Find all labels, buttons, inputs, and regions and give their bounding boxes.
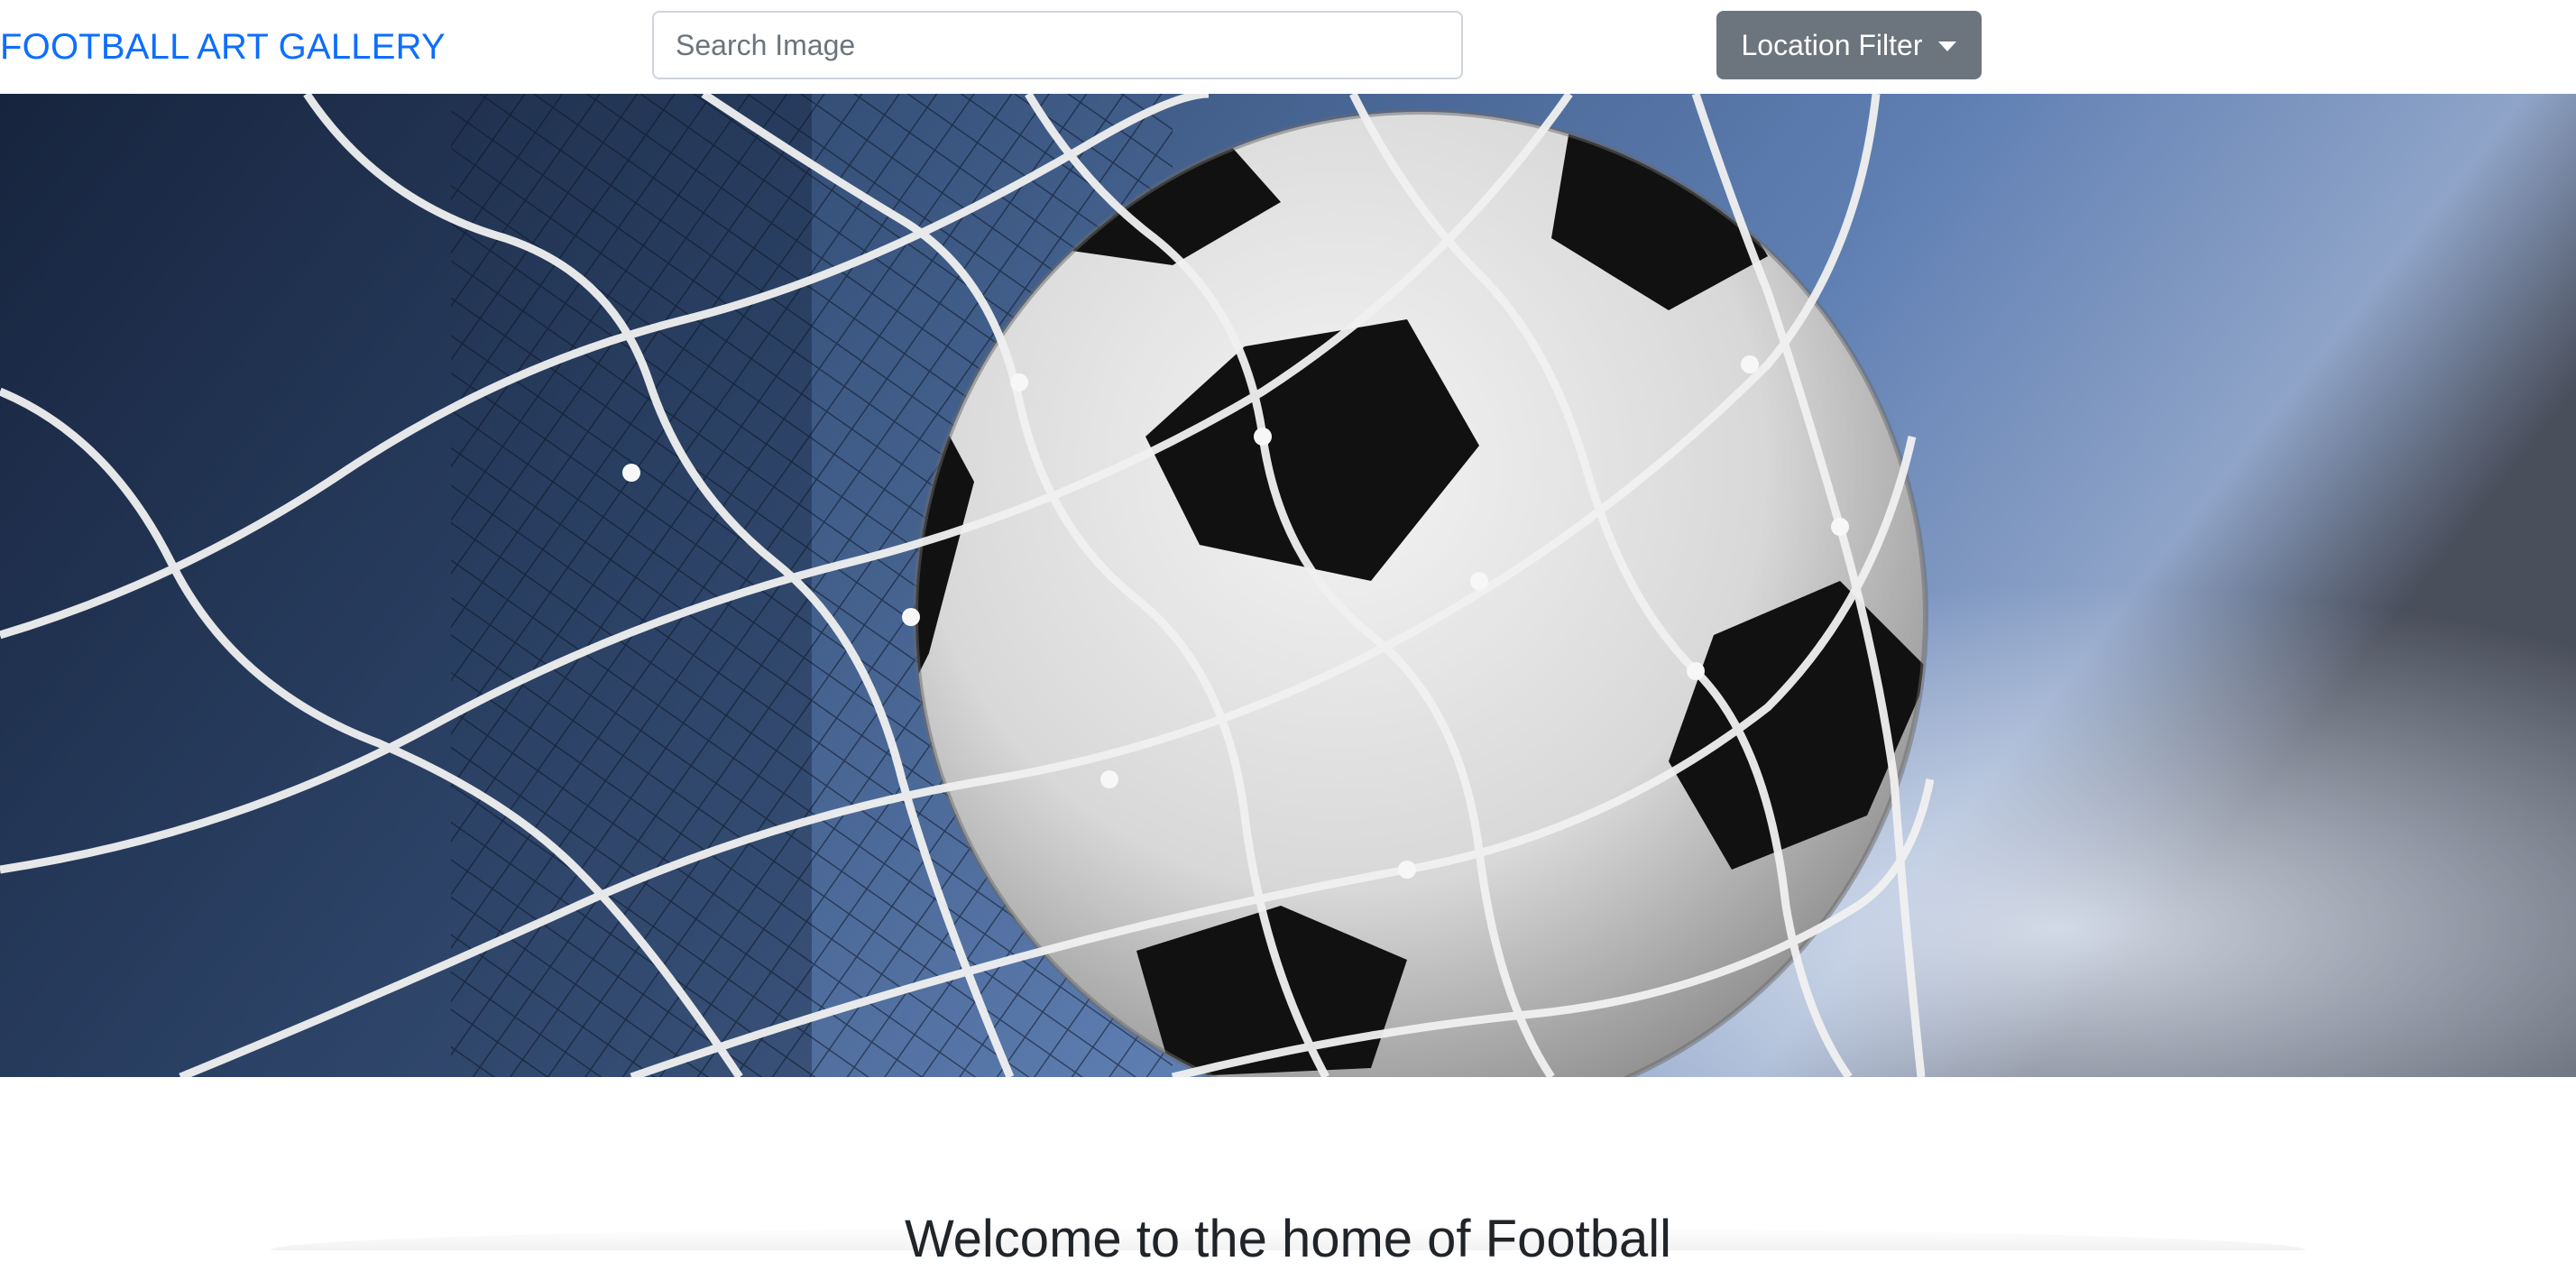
location-filter-label: Location Filter [1741, 28, 1923, 61]
search-input[interactable] [652, 11, 1463, 79]
soccer-ball-net-illustration [0, 94, 2576, 1077]
caret-down-icon [1938, 41, 1957, 51]
hero-banner-image [0, 94, 2576, 1077]
brand-link[interactable]: FOOTBALL ART GALLERY [0, 23, 446, 70]
navbar: FOOTBALL ART GALLERY Location Filter [0, 0, 2576, 94]
location-filter-dropdown-button[interactable]: Location Filter [1716, 11, 1982, 79]
